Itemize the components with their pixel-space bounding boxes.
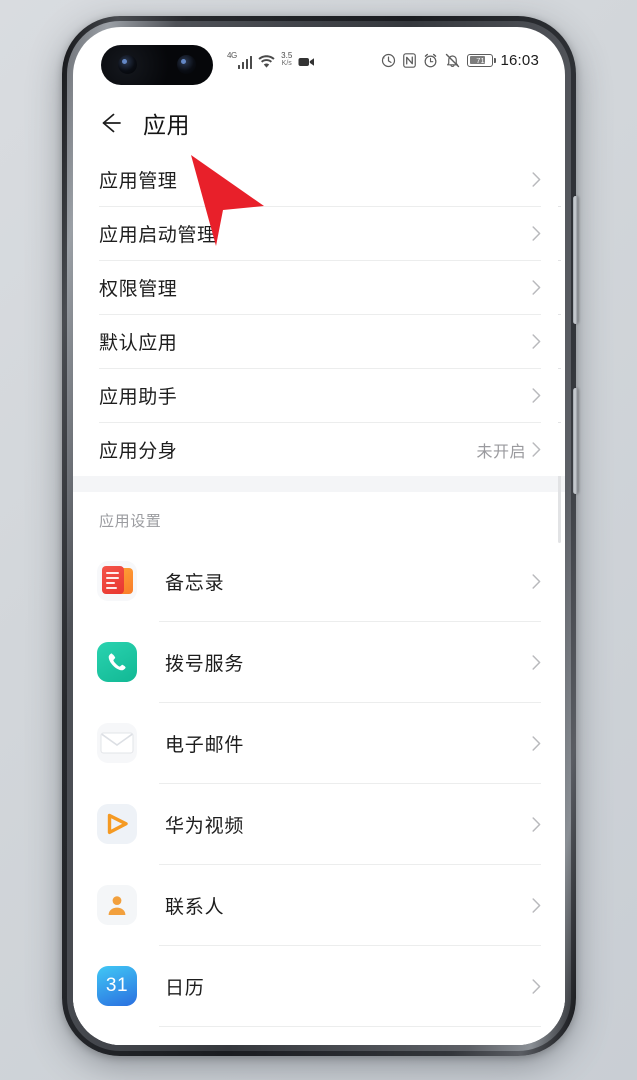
app-row-email[interactable]: 电子邮件 — [73, 703, 565, 783]
app-bar: 应用 — [73, 93, 565, 153]
chevron-right-icon — [532, 334, 541, 349]
chevron-right-icon — [532, 226, 541, 241]
mute-icon — [446, 53, 460, 67]
row-label: 应用启动管理 — [99, 225, 217, 246]
settings-row-app-twin[interactable]: 应用分身 未开启 — [73, 423, 565, 476]
wifi-icon — [258, 54, 275, 68]
section-header-app-settings: 应用设置 — [73, 492, 565, 541]
page-title: 应用 — [143, 112, 190, 138]
app-row-contacts[interactable]: 联系人 — [73, 865, 565, 945]
chevron-right-icon — [532, 172, 541, 187]
network-speed-unit: K/s — [281, 59, 292, 67]
app-row-huawei-video[interactable]: 华为视频 — [73, 784, 565, 864]
app-row-phone-manager[interactable]: 手机管家 — [73, 1027, 565, 1045]
chevron-right-icon — [532, 816, 541, 832]
section-separator — [73, 476, 565, 492]
settings-row-default-apps[interactable]: 默认应用 — [73, 315, 565, 368]
status-bar-right-icons: 71 16:03 — [381, 52, 539, 69]
battery-icon: 71 — [467, 53, 496, 67]
battery-percent-label: 71 — [476, 55, 485, 65]
chevron-right-icon — [532, 897, 541, 913]
status-bar-clock: 16:03 — [500, 51, 539, 69]
chevron-right-icon — [532, 573, 541, 589]
back-arrow-icon[interactable] — [97, 110, 123, 136]
chevron-right-icon — [532, 654, 541, 670]
app-row-dialer[interactable]: 拨号服务 — [73, 622, 565, 702]
contacts-icon — [97, 885, 137, 925]
calendar-icon-day: 31 — [105, 975, 129, 996]
app-row-label: 备忘录 — [165, 572, 225, 594]
power-button[interactable] — [573, 388, 578, 494]
phone-device-frame: 4G 3.5 K/s 71 16:03 应用 应用管理 应用启动管理 权限管理 … — [62, 16, 576, 1056]
settings-row-app-launch-management[interactable]: 应用启动管理 — [73, 207, 565, 260]
notes-icon — [97, 561, 137, 601]
row-label: 应用助手 — [99, 387, 178, 408]
network-speed-icon: 3.5 K/s — [281, 50, 293, 68]
email-icon — [97, 723, 137, 763]
app-row-label: 华为视频 — [165, 815, 245, 837]
app-row-label: 拨号服务 — [165, 653, 245, 675]
calendar-icon: 31 — [97, 966, 137, 1006]
app-row-calendar[interactable]: 31 日历 — [73, 946, 565, 1026]
front-camera-lens-right — [177, 55, 196, 74]
chevron-right-icon — [532, 735, 541, 751]
app-row-label: 联系人 — [165, 896, 225, 918]
nfc-icon — [403, 52, 417, 68]
front-camera-lens-left — [118, 55, 137, 74]
row-label: 应用分身 — [99, 441, 178, 462]
alarm-icon — [425, 53, 437, 67]
settings-row-app-management[interactable]: 应用管理 — [73, 153, 565, 206]
row-label: 权限管理 — [99, 279, 178, 300]
row-label: 应用管理 — [99, 171, 178, 192]
status-bar: 4G 3.5 K/s 71 16:03 — [73, 27, 565, 93]
punch-hole-camera-cutout — [101, 45, 213, 85]
app-row-notes[interactable]: 备忘录 — [73, 541, 565, 621]
settings-scroll-container[interactable]: 应用管理 应用启动管理 权限管理 默认应用 应用助手 应用分身 未开启 应用设置… — [73, 153, 565, 1045]
app-row-label: 电子邮件 — [165, 734, 245, 756]
status-bar-left-icons: 4G 3.5 K/s — [227, 50, 315, 69]
chevron-right-icon — [532, 442, 541, 457]
chevron-right-icon — [532, 280, 541, 295]
sync-icon — [382, 53, 396, 67]
row-label: 默认应用 — [99, 333, 178, 354]
video-recording-icon — [298, 57, 315, 66]
row-value: 未开启 — [476, 443, 526, 461]
dialer-icon — [97, 642, 137, 682]
phone-screen: 4G 3.5 K/s 71 16:03 应用 应用管理 应用启动管理 权限管理 … — [73, 27, 565, 1045]
chevron-right-icon — [532, 978, 541, 994]
app-row-label: 日历 — [165, 977, 205, 999]
settings-row-permission-management[interactable]: 权限管理 — [73, 261, 565, 314]
network-speed-value: 3.5 — [281, 50, 293, 60]
huawei-video-icon — [97, 804, 137, 844]
chevron-right-icon — [532, 388, 541, 403]
signal-network-label: 4G — [227, 50, 237, 60]
signal-icon: 4G — [227, 50, 253, 69]
settings-row-app-assistant[interactable]: 应用助手 — [73, 369, 565, 422]
volume-button[interactable] — [573, 196, 578, 324]
